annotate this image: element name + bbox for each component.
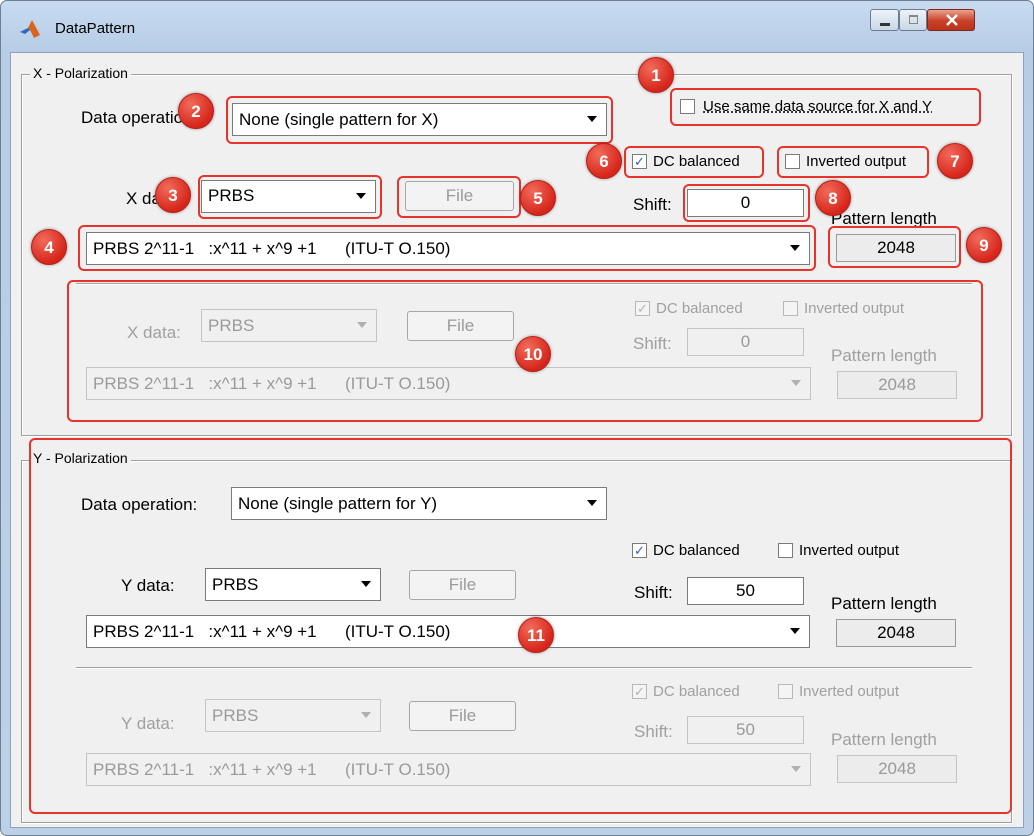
highlight-data-operation [226, 96, 613, 144]
highlight-shift [683, 184, 810, 222]
marker-5: 5 [520, 180, 556, 216]
marker-9: 9 [966, 227, 1002, 263]
title-bar[interactable]: DataPattern [1, 1, 1031, 45]
highlight-inverted [777, 146, 929, 178]
highlight-file [397, 176, 521, 218]
marker-3: 3 [155, 177, 191, 213]
marker-7: 7 [937, 143, 973, 179]
marker-8: 8 [815, 180, 851, 216]
minimize-button[interactable] [870, 9, 899, 31]
x-shift-label: Shift: [633, 195, 672, 214]
marker-10: 10 [515, 336, 551, 372]
matlab-logo-icon [20, 20, 40, 38]
close-button[interactable] [927, 9, 975, 31]
x-polarization-legend: X - Polarization [30, 65, 131, 81]
close-icon [946, 14, 958, 26]
marker-4: 4 [31, 229, 67, 265]
marker-6: 6 [586, 143, 622, 179]
highlight-dc-balanced [624, 146, 764, 178]
marker-1: 1 [638, 57, 674, 93]
maximize-button[interactable] [899, 9, 927, 31]
highlight-x-data-type [198, 175, 382, 219]
highlight-same-source [670, 88, 981, 126]
minimize-icon [880, 23, 890, 26]
highlight-polynomial [78, 225, 816, 271]
marker-11: 11 [518, 617, 554, 653]
highlight-pattern-length [828, 226, 961, 268]
marker-2: 2 [178, 93, 214, 129]
window-title: DataPattern [55, 20, 136, 37]
maximize-icon [909, 15, 918, 24]
